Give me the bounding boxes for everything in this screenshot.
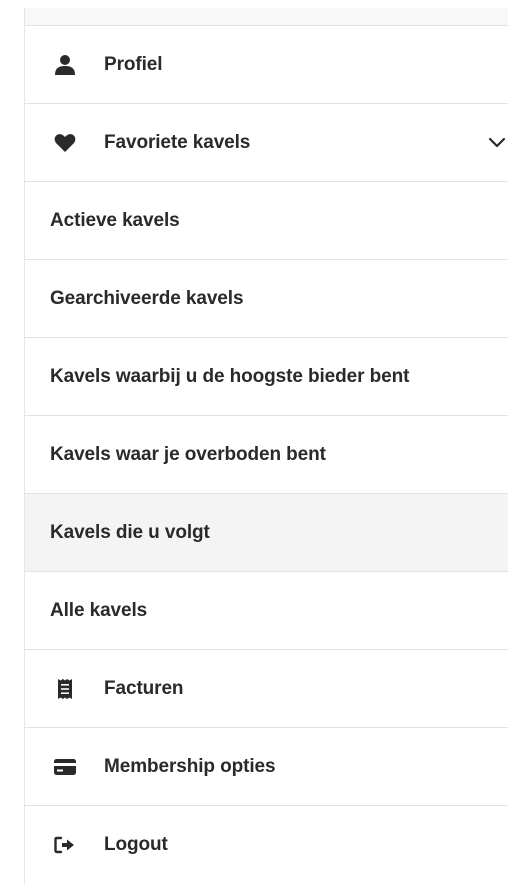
account-menu: Profiel Favoriete kavels Actieve kavels … — [24, 8, 508, 884]
menu-item-overboden[interactable]: Kavels waar je overboden bent — [25, 416, 508, 494]
menu-item-label: Kavels die u volgt — [50, 521, 210, 543]
menu-top-strip — [25, 8, 508, 26]
menu-item-label: Kavels waar je overboden bent — [50, 443, 326, 465]
menu-item-membership-opties[interactable]: Membership opties — [25, 728, 508, 806]
heart-icon — [52, 130, 78, 156]
menu-item-actieve-kavels[interactable]: Actieve kavels — [25, 182, 508, 260]
menu-item-label: Logout — [104, 834, 168, 855]
menu-item-logout[interactable]: Logout — [25, 806, 508, 884]
receipt-icon — [52, 676, 78, 702]
menu-item-favoriete-kavels[interactable]: Favoriete kavels — [25, 104, 508, 182]
menu-item-profiel[interactable]: Profiel — [25, 26, 508, 104]
menu-item-label: Actieve kavels — [50, 209, 180, 231]
menu-item-label: Profiel — [104, 53, 163, 75]
chevron-down-icon[interactable] — [487, 133, 507, 153]
credit-card-icon — [52, 754, 78, 780]
menu-item-label: Facturen — [104, 677, 184, 699]
menu-item-gevolgde-kavels[interactable]: Kavels die u volgt — [25, 494, 508, 572]
menu-item-alle-kavels[interactable]: Alle kavels — [25, 572, 508, 650]
menu-item-gearchiveerde-kavels[interactable]: Gearchiveerde kavels — [25, 260, 508, 338]
menu-item-facturen[interactable]: Facturen — [25, 650, 508, 728]
user-icon — [52, 52, 78, 78]
menu-item-hoogste-bieder[interactable]: Kavels waarbij u de hoogste bieder bent — [25, 338, 508, 416]
menu-item-label: Kavels waarbij u de hoogste bieder bent — [50, 365, 410, 387]
menu-item-label: Alle kavels — [50, 599, 148, 621]
logout-icon — [52, 832, 78, 858]
menu-item-label: Favoriete kavels — [104, 131, 251, 153]
menu-item-label: Membership opties — [104, 755, 276, 777]
menu-item-label: Gearchiveerde kavels — [50, 287, 244, 309]
